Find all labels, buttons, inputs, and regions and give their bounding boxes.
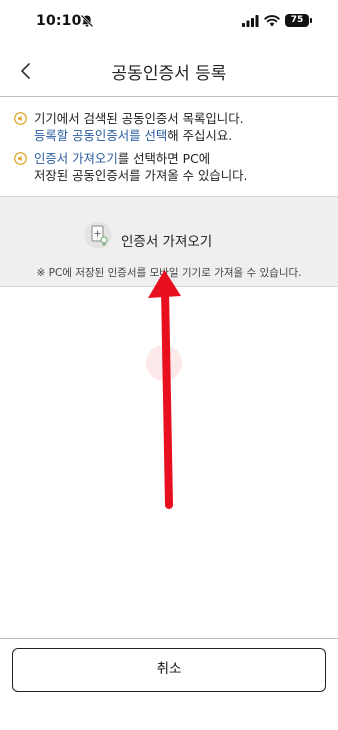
notice-line-suffix: 해 주십시요.: [167, 128, 233, 143]
import-certificate-link: 인증서 가져오기: [34, 151, 118, 166]
notice-speaker-icon: [14, 152, 27, 165]
app-header: 공동인증서 등록: [0, 48, 338, 94]
wifi-icon: [264, 15, 280, 27]
battery-indicator: 75: [285, 14, 309, 27]
bell-mute-icon: [80, 14, 94, 28]
notice-line: 를 선택하면 PC에: [117, 151, 211, 166]
page-title: 공동인증서 등록: [111, 64, 227, 84]
header-divider: [0, 96, 338, 97]
import-certificate-label: 인증서 가져오기: [121, 234, 213, 250]
watermark-logo: [146, 345, 182, 381]
certificate-document-icon: [84, 221, 112, 249]
status-bar: 10:10 75: [0, 0, 338, 44]
status-time: 10:10: [36, 13, 82, 29]
notice-speaker-icon: [14, 112, 27, 125]
notice-line: 기기에서 검색된 공동인증서 목록입니다.: [34, 111, 244, 126]
cellular-signal-icon: [242, 15, 259, 27]
battery-cap: [310, 18, 312, 23]
notice-line: 저장된 공동인증서를 가져올 수 있습니다.: [34, 168, 248, 183]
notice-text: 인증서 가져오기를 선택하면 PC에 저장된 공동인증서를 가져올 수 있습니다…: [34, 150, 334, 184]
import-certificate-button[interactable]: 인증서 가져오기 ※ PC에 저장된 인증서를 모바일 기기로 가져올 수 있습…: [0, 196, 338, 287]
notice-text: 기기에서 검색된 공동인증서 목록입니다. 등록할 공동인증서를 선택해 주십시…: [34, 110, 334, 144]
footer-divider: [0, 638, 338, 639]
select-certificate-link: 등록할 공동인증서를 선택: [34, 128, 168, 143]
cancel-button[interactable]: 취소: [12, 648, 326, 692]
import-note: ※ PC에 저장된 인증서를 모바일 기기로 가져올 수 있습니다.: [36, 267, 302, 279]
